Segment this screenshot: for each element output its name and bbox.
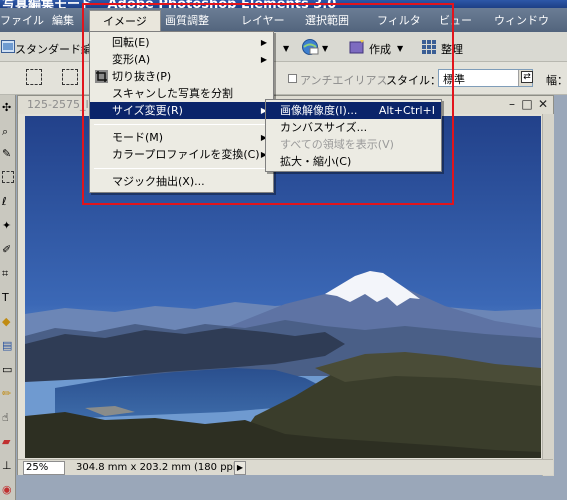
menu-separator (94, 124, 269, 125)
status-menu-arrow-icon[interactable]: ▶ (234, 461, 246, 475)
zoom-field[interactable]: 25% (23, 461, 65, 475)
brush-tool-icon[interactable]: ✐ (2, 243, 14, 256)
menu-enhance[interactable]: 画質調整 (165, 12, 209, 28)
menu-item-convert-profile[interactable]: カラープロファイルを変換(C) ▶ (90, 146, 273, 163)
eraser-tool-icon[interactable]: ▰ (2, 435, 14, 448)
menu-item-image-size[interactable]: 画像解像度(I)... Alt+Ctrl+I (266, 102, 441, 119)
status-bar: 25% 304.8 mm x 203.2 mm (180 ppi) ▶ (18, 459, 553, 475)
type-tool-icon[interactable]: T (2, 291, 14, 304)
chevron-down-icon[interactable]: ▼ (322, 44, 328, 53)
menu-separator (94, 168, 269, 169)
menu-item-transform[interactable]: 変形(A) ▶ (90, 51, 273, 68)
vertical-scrollbar[interactable] (542, 114, 554, 476)
rect-marquee-icon[interactable] (26, 69, 42, 85)
shape-tool-icon[interactable]: ▭ (2, 363, 14, 376)
menu-item-divide-scanned[interactable]: スキャンした写真を分割 (90, 85, 273, 102)
menu-filter[interactable]: フィルタ (377, 12, 421, 28)
menu-item-magic-extractor[interactable]: マジック抽出(X)... (90, 173, 273, 190)
window-title: 写真編集モード - Adobe Photoshop Elements 3.0 (2, 0, 337, 8)
menu-item-resize[interactable]: サイズ変更(R) ▶ (90, 102, 273, 119)
email-globe-icon[interactable] (301, 38, 319, 56)
menu-item-mode[interactable]: モード(M) ▶ (90, 129, 273, 146)
title-bar: 写真編集モード - Adobe Photoshop Elements 3.0 (0, 0, 567, 8)
organize-button[interactable]: 整理 (441, 41, 463, 57)
style-select-value: 標準 (443, 73, 465, 86)
eyedropper-tool-icon[interactable]: ✎ (2, 147, 14, 160)
style-select[interactable]: 標準 ▼ (438, 69, 533, 87)
menu-item-canvas-size[interactable]: カンバスサイズ... (266, 119, 441, 136)
submenu-arrow-icon: ▶ (260, 55, 267, 64)
move-tool-icon[interactable]: ✣ (2, 101, 14, 114)
submenu-arrow-icon: ▶ (260, 38, 267, 47)
standard-edit-icon (1, 40, 15, 53)
marquee-option-icon[interactable] (62, 69, 78, 85)
chevron-down-icon[interactable]: ▼ (283, 44, 289, 53)
shortcuts-bar: スタンダード編集 ▼ ▼ 作成 ▼ 整理 (0, 32, 567, 62)
antialias-checkbox[interactable] (288, 74, 297, 83)
menu-item-scale[interactable]: 拡大・縮小(C) (266, 153, 441, 170)
menu-image[interactable]: イメージ (89, 10, 161, 31)
minimize-icon[interactable]: – (506, 97, 518, 111)
menu-select[interactable]: 選択範囲 (305, 12, 349, 28)
paint-bucket-tool-icon[interactable]: ◆ (2, 315, 14, 328)
menu-item-crop[interactable]: 切り抜き(P) (90, 68, 273, 85)
magic-wand-tool-icon[interactable]: ✦ (2, 219, 14, 232)
menu-item-rotate[interactable]: 回転(E) ▶ (90, 34, 273, 51)
smudge-tool-icon[interactable]: ☝ (2, 411, 14, 424)
gradient-tool-icon[interactable]: ▤ (2, 339, 14, 352)
menu-bar: ファイル 編集 イメージ 画質調整 レイヤー 選択範囲 フィルタ ビュー ウィン… (0, 8, 567, 32)
crop-icon (95, 70, 108, 83)
image-menu: 回転(E) ▶ 変形(A) ▶ 切り抜き(P) スキャンした写真を分割 サイズ変… (89, 31, 274, 193)
width-label: 幅： (546, 74, 567, 87)
create-icon (349, 39, 365, 55)
toolbox: ✣ ⌕ ✎ ℓ ✦ ✐ ⌗ T ◆ ▤ ▭ ✏ ☝ ▰ ⊥ ◉ (0, 95, 16, 500)
antialias-label: アンチエイリアス (300, 74, 388, 87)
close-icon[interactable]: ✕ (537, 97, 549, 111)
red-eye-tool-icon[interactable]: ◉ (2, 483, 14, 496)
document-size-info: 304.8 mm x 203.2 mm (180 ppi) (76, 462, 240, 473)
menu-file[interactable]: ファイル (0, 12, 44, 28)
zoom-tool-icon[interactable]: ⌕ (2, 125, 14, 138)
menu-view[interactable]: ビュー (439, 12, 472, 28)
options-bar: アンチエイリアス スタイル： 標準 ▼ ⇄ 幅： (0, 62, 567, 95)
maximize-icon[interactable]: □ (521, 97, 533, 111)
marquee-tool-icon[interactable] (2, 171, 14, 183)
create-button[interactable]: 作成 (369, 41, 391, 57)
stamp-tool-icon[interactable]: ⊥ (2, 459, 14, 472)
menu-edit[interactable]: 編集 (52, 12, 74, 28)
chevron-down-icon[interactable]: ▼ (397, 44, 403, 53)
crop-tool-icon[interactable]: ⌗ (2, 267, 14, 280)
menu-item-reveal-all[interactable]: すべての領域を表示(V) (266, 136, 441, 153)
resize-submenu: 画像解像度(I)... Alt+Ctrl+I カンバスサイズ... すべての領域… (265, 99, 442, 172)
pencil-tool-icon[interactable]: ✏ (2, 387, 14, 400)
menu-window[interactable]: ウィンドウ (494, 12, 549, 28)
menu-layer[interactable]: レイヤー (241, 12, 285, 28)
style-label: スタイル： (386, 74, 441, 87)
lasso-tool-icon[interactable]: ℓ (2, 195, 14, 208)
swap-icon[interactable]: ⇄ (521, 71, 533, 83)
organize-grid-icon (421, 39, 437, 55)
